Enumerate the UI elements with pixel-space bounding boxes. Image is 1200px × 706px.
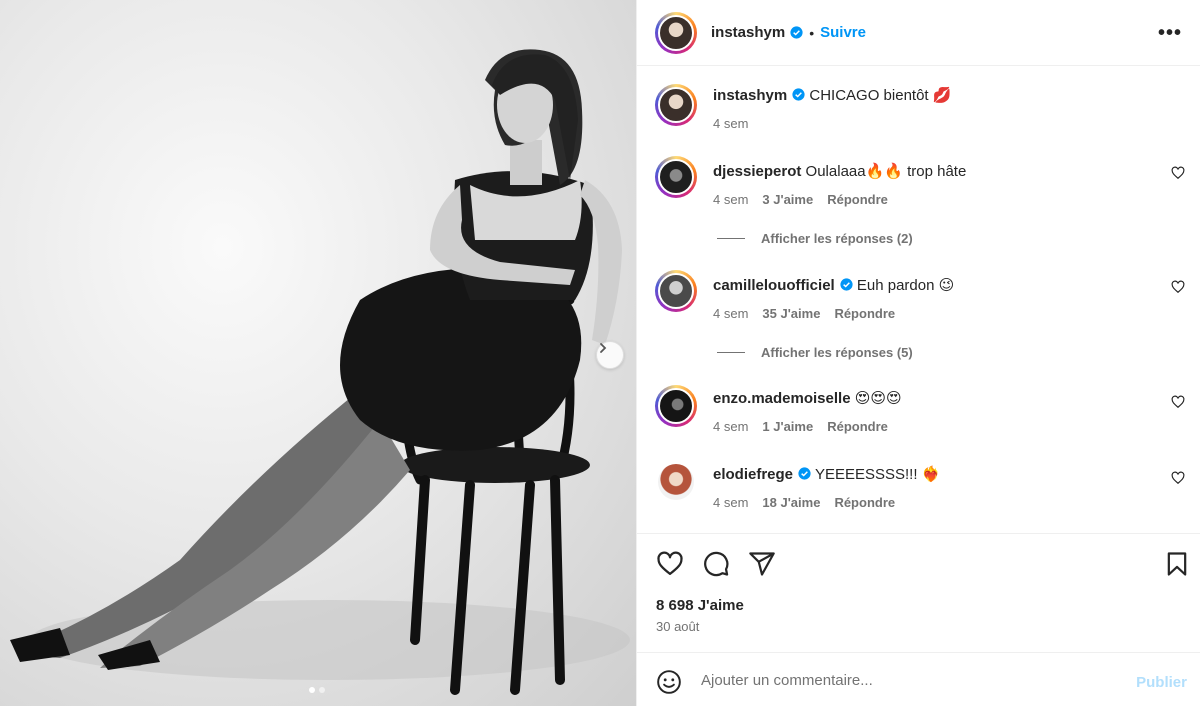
carousel-next-button[interactable] — [596, 341, 624, 369]
post-header: instashym • Suivre ••• — [637, 0, 1200, 66]
comment-time: 4 sem — [713, 306, 749, 321]
view-replies-label: Afficher les réponses (5) — [761, 345, 913, 360]
author-avatar[interactable] — [655, 11, 697, 54]
likes-count[interactable]: 8 698 J'aime — [656, 597, 744, 614]
comment-username[interactable]: elodiefrege — [713, 466, 793, 483]
verified-badge-icon — [840, 278, 853, 291]
post-date[interactable]: 30 août — [656, 619, 699, 634]
comment-input[interactable] — [701, 667, 1121, 693]
comment-icon[interactable] — [702, 550, 730, 578]
bookmark-icon[interactable] — [1163, 550, 1191, 578]
comment-text: Euh pardon 😉 — [856, 277, 955, 294]
comment-text: YEEEESSSS!!! ❤️‍🔥 — [814, 466, 941, 483]
comment-likes[interactable]: 18 J'aime — [762, 495, 820, 510]
verified-badge-icon — [792, 88, 805, 101]
emoji-icon[interactable] — [656, 669, 682, 695]
comment-time: 4 sem — [713, 495, 749, 510]
comment-avatar[interactable] — [655, 156, 697, 198]
comment-composer: Publier — [637, 652, 1200, 706]
comment-avatar[interactable] — [655, 461, 697, 503]
comment-likes[interactable]: 35 J'aime — [762, 306, 820, 321]
view-replies-label: Afficher les réponses (2) — [761, 231, 913, 246]
comment-likes[interactable]: 3 J'aime — [762, 192, 813, 207]
comment-time: 4 sem — [713, 419, 749, 434]
reply-button[interactable]: Répondre — [834, 495, 895, 510]
carousel-dot-active — [309, 687, 315, 693]
verified-badge-icon — [798, 467, 811, 480]
comment-likes[interactable]: 1 J'aime — [762, 419, 813, 434]
carousel-dot — [319, 687, 325, 693]
comment-time: 4 sem — [713, 192, 749, 207]
comment-username[interactable]: camillelouofficiel — [713, 277, 835, 294]
view-replies-button[interactable]: Afficher les réponses (2) — [717, 231, 913, 246]
caption-username[interactable]: instashym — [713, 87, 787, 104]
heart-icon[interactable] — [656, 550, 684, 578]
view-replies-button[interactable]: Afficher les réponses (5) — [717, 345, 913, 360]
heart-icon[interactable] — [1171, 166, 1185, 180]
reply-button[interactable]: Répondre — [827, 192, 888, 207]
more-options-icon[interactable]: ••• — [1158, 22, 1182, 45]
comment-text: 😍😍😍 — [854, 390, 902, 407]
photo-illustration — [10, 49, 630, 695]
comment-avatar[interactable] — [655, 385, 697, 427]
heart-icon[interactable] — [1171, 395, 1185, 409]
comment-avatar[interactable] — [655, 270, 697, 312]
comment-username[interactable]: djessieperot — [713, 163, 801, 180]
caption-text: CHICAGO bientôt 💋 — [809, 87, 952, 104]
share-icon[interactable] — [748, 550, 776, 578]
publish-button[interactable]: Publier — [1136, 674, 1187, 691]
follow-button[interactable]: Suivre — [820, 24, 866, 41]
comment-username[interactable]: enzo.mademoiselle — [713, 390, 851, 407]
post-photo[interactable] — [0, 0, 636, 706]
separator-dot: • — [809, 24, 815, 41]
reply-button[interactable]: Répondre — [827, 419, 888, 434]
post-side-panel: instashym • Suivre ••• instashym CHICAGO… — [636, 0, 1200, 706]
replies-line — [717, 238, 745, 239]
author-username[interactable]: instashym — [711, 24, 785, 41]
heart-icon[interactable] — [1171, 280, 1185, 294]
caption-time: 4 sem — [713, 116, 749, 131]
replies-line — [717, 352, 745, 353]
reply-button[interactable]: Répondre — [834, 306, 895, 321]
verified-badge-icon — [790, 26, 803, 39]
comment-text: Oulalaaa🔥🔥 trop hâte — [805, 163, 967, 180]
chevron-right-icon — [600, 343, 607, 353]
carousel-indicator — [309, 687, 325, 693]
post-actions — [637, 533, 1200, 593]
caption-avatar[interactable] — [655, 84, 697, 126]
heart-icon[interactable] — [1171, 471, 1185, 485]
